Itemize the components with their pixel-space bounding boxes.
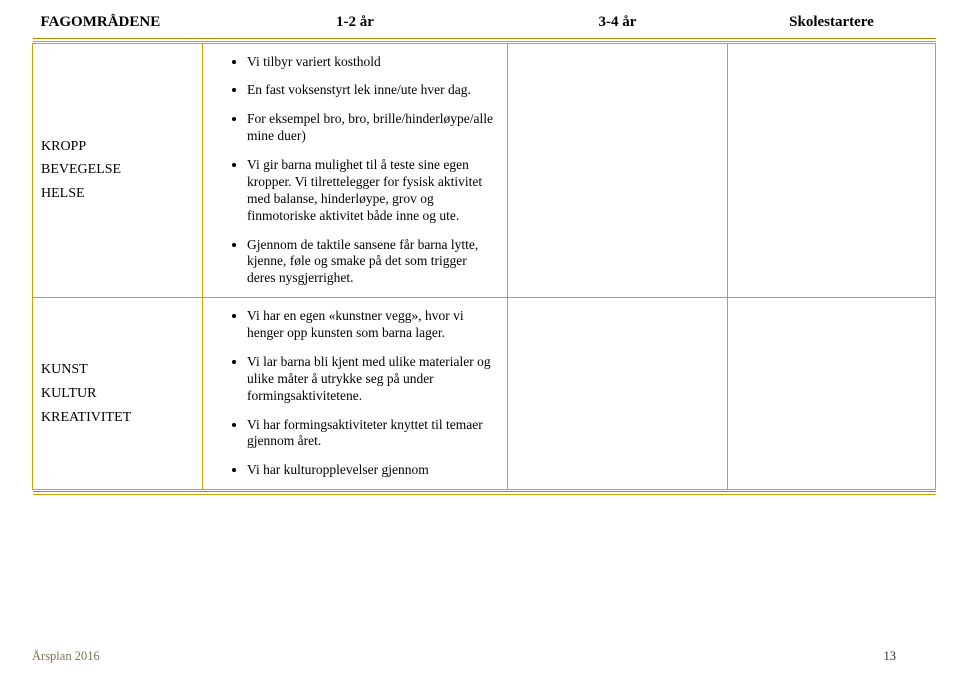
bullet-list-kropp: Vi tilbyr variert kosthold En fast vokse… — [203, 54, 499, 288]
row-kunst-kultur-kreativitet: KUNST KULTUR KREATIVITET Vi har en egen … — [33, 298, 936, 490]
list-item: Vi har kulturopplevelser gjennom — [247, 462, 499, 479]
bottom-divider — [33, 490, 936, 496]
label-kreativitet: KREATIVITET — [41, 406, 194, 430]
list-item: Vi tilbyr variert kosthold — [247, 54, 499, 71]
row-kropp-bevegelse-helse: KROPP BEVEGELSE HELSE Vi tilbyr variert … — [33, 43, 936, 298]
label-kunst: KUNST — [41, 358, 194, 382]
header-fagomradene: FAGOMRÅDENE — [33, 8, 203, 37]
curriculum-table: FAGOMRÅDENE 1-2 år 3-4 år Skolestartere … — [32, 8, 936, 496]
label-bevegelse: BEVEGELSE — [41, 158, 194, 182]
cell-kropp-1-2: Vi tilbyr variert kosthold En fast vokse… — [203, 43, 508, 298]
header-row: FAGOMRÅDENE 1-2 år 3-4 år Skolestartere — [33, 8, 936, 37]
cell-kunst-1-2: Vi har en egen «kunstner vegg», hvor vi … — [203, 298, 508, 490]
row-label-kropp: KROPP BEVEGELSE HELSE — [33, 43, 203, 298]
bullet-list-kunst: Vi har en egen «kunstner vegg», hvor vi … — [203, 308, 499, 479]
label-kropp: KROPP — [41, 135, 194, 159]
page-footer: Årsplan 2016 13 — [32, 649, 936, 664]
list-item: Vi lar barna bli kjent med ulike materia… — [247, 354, 499, 405]
footer-title: Årsplan 2016 — [32, 649, 100, 664]
header-skolestartere: Skolestartere — [728, 8, 936, 37]
list-item: Gjennom de taktile sansene får barna lyt… — [247, 237, 499, 288]
footer-page-number: 13 — [884, 649, 897, 664]
list-item: Vi har en egen «kunstner vegg», hvor vi … — [247, 308, 499, 342]
header-1-2-ar: 1-2 år — [203, 8, 508, 37]
list-item: Vi har formingsaktiviteter knyttet til t… — [247, 417, 499, 451]
cell-kropp-3-4 — [508, 43, 728, 298]
list-item: Vi gir barna mulighet til å teste sine e… — [247, 157, 499, 225]
label-helse: HELSE — [41, 182, 194, 206]
list-item: En fast voksenstyrt lek inne/ute hver da… — [247, 82, 499, 99]
cell-kunst-3-4 — [508, 298, 728, 490]
list-item: For eksempel bro, bro, brille/hinderløyp… — [247, 111, 499, 145]
row-label-kunst: KUNST KULTUR KREATIVITET — [33, 298, 203, 490]
cell-kunst-skolestartere — [728, 298, 936, 490]
header-3-4-ar: 3-4 år — [508, 8, 728, 37]
label-kultur: KULTUR — [41, 382, 194, 406]
cell-kropp-skolestartere — [728, 43, 936, 298]
